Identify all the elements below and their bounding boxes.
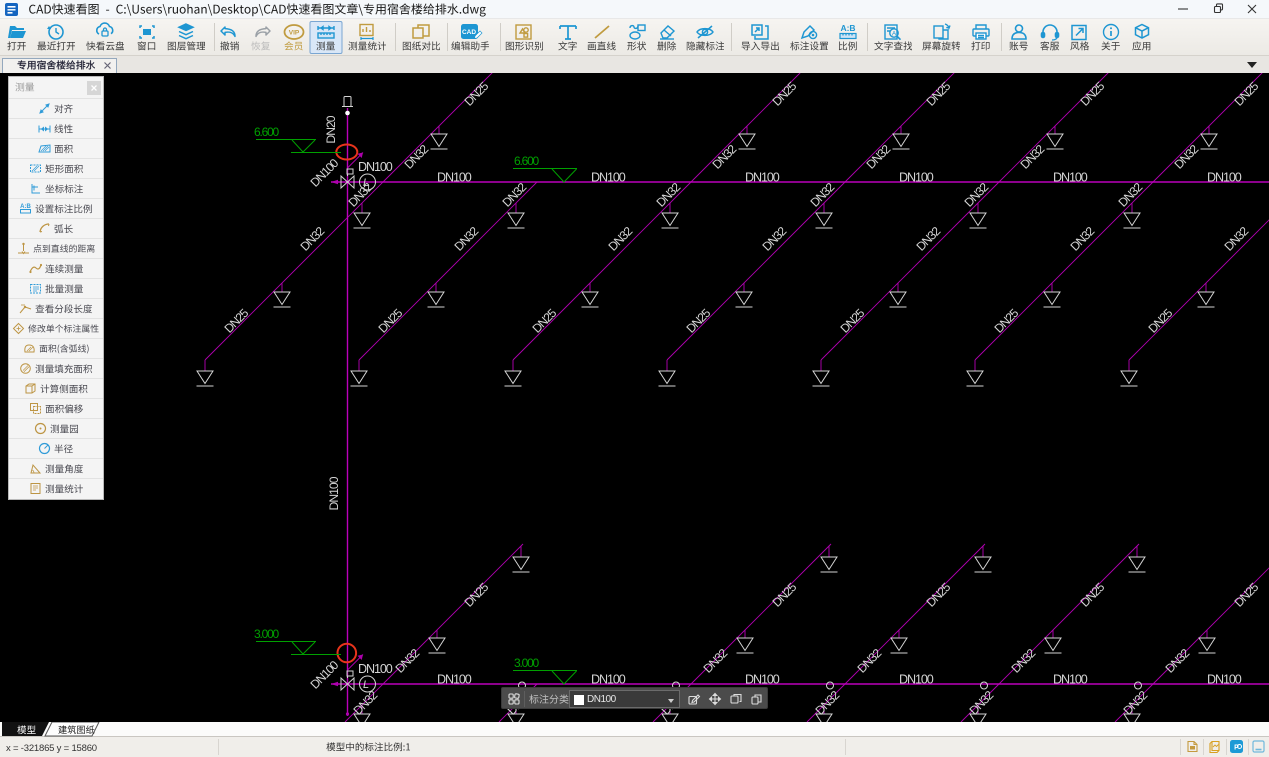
svg-text:DN100: DN100 xyxy=(437,672,472,686)
svg-text:DN100: DN100 xyxy=(327,476,341,510)
svg-text:DN32: DN32 xyxy=(962,180,992,210)
svg-text:DN25: DN25 xyxy=(924,79,954,109)
svg-text:DN100: DN100 xyxy=(899,672,934,686)
svg-text:DN32: DN32 xyxy=(1163,646,1193,676)
svg-text:3.000: 3.000 xyxy=(514,656,540,670)
svg-text:DN25: DN25 xyxy=(1232,580,1262,610)
svg-text:DN25: DN25 xyxy=(1078,580,1108,610)
svg-text:DN100: DN100 xyxy=(899,170,934,184)
svg-text:DN25: DN25 xyxy=(770,79,800,109)
svg-text:DN25: DN25 xyxy=(992,306,1022,336)
svg-text:L: L xyxy=(363,177,369,189)
svg-text:DN100: DN100 xyxy=(1207,170,1242,184)
svg-text:DN25: DN25 xyxy=(462,79,492,109)
svg-text:DN20: DN20 xyxy=(324,115,338,143)
svg-text:DN25: DN25 xyxy=(924,580,954,610)
svg-text:DN32: DN32 xyxy=(813,688,843,718)
svg-text:DN25: DN25 xyxy=(1078,79,1108,109)
svg-text:DN25: DN25 xyxy=(462,580,492,610)
svg-text:DN100: DN100 xyxy=(1207,672,1242,686)
svg-text:DN25: DN25 xyxy=(530,306,560,336)
svg-text:DN25: DN25 xyxy=(1232,79,1262,109)
svg-text:3.000: 3.000 xyxy=(254,627,280,641)
svg-text:DN25: DN25 xyxy=(376,306,406,336)
svg-text:DN25: DN25 xyxy=(770,580,800,610)
svg-text:DN100: DN100 xyxy=(1053,170,1088,184)
svg-text:DN32: DN32 xyxy=(1121,688,1151,718)
svg-text:DN32: DN32 xyxy=(402,142,432,172)
svg-text:DN32: DN32 xyxy=(452,224,482,254)
svg-text:DN32: DN32 xyxy=(710,142,740,172)
svg-text:DN32: DN32 xyxy=(606,224,636,254)
svg-text:DN32: DN32 xyxy=(351,688,381,718)
svg-text:DN100: DN100 xyxy=(358,662,393,676)
svg-text:DN100: DN100 xyxy=(308,156,342,190)
svg-text:DN100: DN100 xyxy=(745,170,780,184)
svg-text:DN32: DN32 xyxy=(1116,180,1146,210)
svg-text:A: A xyxy=(892,31,897,38)
svg-text:DN32: DN32 xyxy=(1172,142,1202,172)
svg-text:DN32: DN32 xyxy=(701,646,731,676)
svg-text:DN32: DN32 xyxy=(864,142,894,172)
svg-text:DN32: DN32 xyxy=(298,224,328,254)
svg-text:A:B: A:B xyxy=(840,23,855,33)
svg-text:DN32: DN32 xyxy=(1009,646,1039,676)
svg-text:DN25: DN25 xyxy=(222,306,252,336)
svg-text:DN32: DN32 xyxy=(760,224,790,254)
svg-text:DN32: DN32 xyxy=(855,646,885,676)
svg-text:CAD: CAD xyxy=(462,29,476,36)
svg-text:DN100: DN100 xyxy=(437,170,472,184)
svg-text:DN32: DN32 xyxy=(1068,224,1098,254)
svg-text:L: L xyxy=(363,679,369,691)
svg-text:DN32: DN32 xyxy=(1018,142,1048,172)
svg-text:DN25: DN25 xyxy=(1146,306,1176,336)
svg-text:6.600: 6.600 xyxy=(514,154,540,168)
svg-text:6.600: 6.600 xyxy=(254,125,280,139)
svg-text:DN32: DN32 xyxy=(808,180,838,210)
svg-text:DN32: DN32 xyxy=(967,688,997,718)
svg-text:DN32: DN32 xyxy=(654,180,684,210)
svg-text:DN100: DN100 xyxy=(745,672,780,686)
svg-text:DN32: DN32 xyxy=(1222,224,1252,254)
svg-text:DN32: DN32 xyxy=(914,224,944,254)
svg-text:DN100: DN100 xyxy=(591,672,626,686)
svg-text:DN32: DN32 xyxy=(393,646,423,676)
svg-text:DN100: DN100 xyxy=(1053,672,1088,686)
svg-text:DN100: DN100 xyxy=(591,170,626,184)
svg-text:DN100: DN100 xyxy=(358,160,393,174)
svg-text:DN32: DN32 xyxy=(500,180,530,210)
svg-text:DN25: DN25 xyxy=(684,306,714,336)
svg-text:DN100: DN100 xyxy=(308,658,342,692)
svg-text:DN25: DN25 xyxy=(838,306,868,336)
